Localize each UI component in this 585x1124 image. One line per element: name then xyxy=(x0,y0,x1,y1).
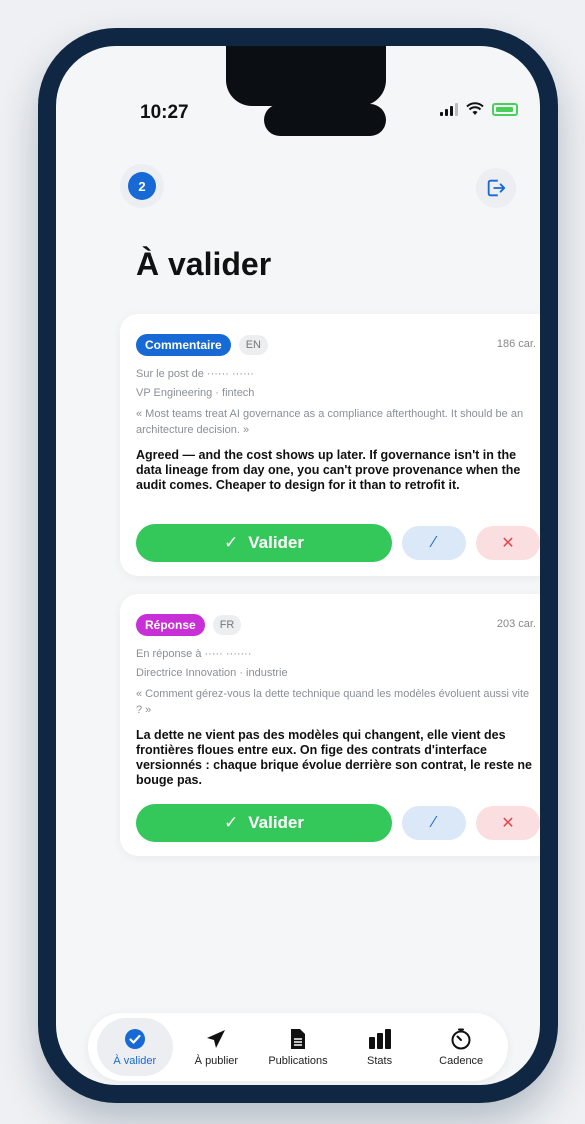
edit-button[interactable]: ∕ xyxy=(402,806,466,840)
reject-button[interactable]: ✕ xyxy=(476,526,540,560)
tab-publications[interactable]: Publications xyxy=(260,1027,336,1067)
card-actions: ✓ Valider ∕ ✕ xyxy=(136,804,540,842)
draft-text: Agreed — and the cost shows up later. If… xyxy=(136,448,521,492)
context-author: En réponse à ····· ······· xyxy=(136,648,252,660)
card-tags: Commentaire EN xyxy=(136,334,268,356)
context-role: Directrice Innovation · industrie xyxy=(136,667,288,679)
card-tags: Réponse FR xyxy=(136,614,242,636)
validate-button[interactable]: ✓ Valider xyxy=(136,804,392,842)
context-quote: « Comment gérez-vous la dette technique … xyxy=(136,688,530,716)
close-icon: ✕ xyxy=(501,535,515,552)
battery-icon xyxy=(492,102,518,116)
wifi-icon xyxy=(466,102,484,115)
validate-button[interactable]: ✓ Valider xyxy=(136,524,392,562)
char-count: 203 car. xyxy=(496,618,536,630)
context-role: VP Engineering · fintech xyxy=(136,387,255,399)
validate-label: Valider xyxy=(248,813,304,832)
signal-icon xyxy=(440,102,458,116)
close-icon: ✕ xyxy=(501,815,515,832)
pending-card: Réponse FR 203 car. En réponse à ····· ·… xyxy=(120,594,540,856)
send-icon xyxy=(205,1027,227,1051)
tab-label: Stats xyxy=(367,1055,393,1067)
timer-icon xyxy=(450,1027,472,1051)
language-badge: EN xyxy=(238,335,268,355)
check-icon: ✓ xyxy=(223,813,239,832)
tab-a-valider[interactable]: À valider xyxy=(96,1018,173,1076)
tab-stats[interactable]: Stats xyxy=(342,1027,418,1067)
tab-label: À valider xyxy=(113,1055,157,1067)
context-author: Sur le post de ······ ······ xyxy=(136,368,254,380)
logout-button[interactable] xyxy=(476,168,516,208)
app-screen: 10:27 2 À valider Commentaire EN 186 car… xyxy=(56,46,540,1085)
language-badge: FR xyxy=(212,615,242,635)
check-icon: ✓ xyxy=(223,533,239,552)
bar-chart-icon xyxy=(368,1027,392,1051)
tab-a-publier[interactable]: À publier xyxy=(178,1027,254,1067)
draft-text: La dette ne vient pas des modèles qui ch… xyxy=(136,728,532,787)
pencil-icon: ∕ xyxy=(432,534,436,551)
char-count: 186 car. xyxy=(496,338,536,350)
tab-cadence[interactable]: Cadence xyxy=(423,1027,499,1067)
logout-icon xyxy=(487,179,506,197)
tab-label: Cadence xyxy=(439,1055,484,1067)
page-title: À valider xyxy=(136,246,272,282)
check-circle-icon xyxy=(124,1027,146,1051)
status-time: 10:27 xyxy=(140,102,189,123)
document-icon xyxy=(289,1027,307,1051)
dynamic-island xyxy=(264,104,386,136)
tab-bar: À valider À publier Publications Stats C… xyxy=(88,1013,508,1081)
status-icons xyxy=(440,102,518,116)
validate-label: Valider xyxy=(248,533,304,552)
type-badge: Réponse xyxy=(136,614,205,636)
pending-card: Commentaire EN 186 car. Sur le post de ·… xyxy=(120,314,540,576)
context-quote: « Most teams treat AI governance as a co… xyxy=(136,408,524,436)
edit-button[interactable]: ∕ xyxy=(402,526,466,560)
tab-label: Publications xyxy=(268,1055,328,1067)
pending-count-badge: 2 xyxy=(128,172,156,200)
pencil-icon: ∕ xyxy=(432,814,436,831)
phone-frame: 10:27 2 À valider Commentaire EN 186 car… xyxy=(38,28,558,1103)
notch xyxy=(226,46,386,106)
card-actions: ✓ Valider ∕ ✕ xyxy=(136,524,540,562)
tab-label: À publier xyxy=(194,1055,239,1067)
type-badge: Commentaire xyxy=(136,334,231,356)
reject-button[interactable]: ✕ xyxy=(476,806,540,840)
